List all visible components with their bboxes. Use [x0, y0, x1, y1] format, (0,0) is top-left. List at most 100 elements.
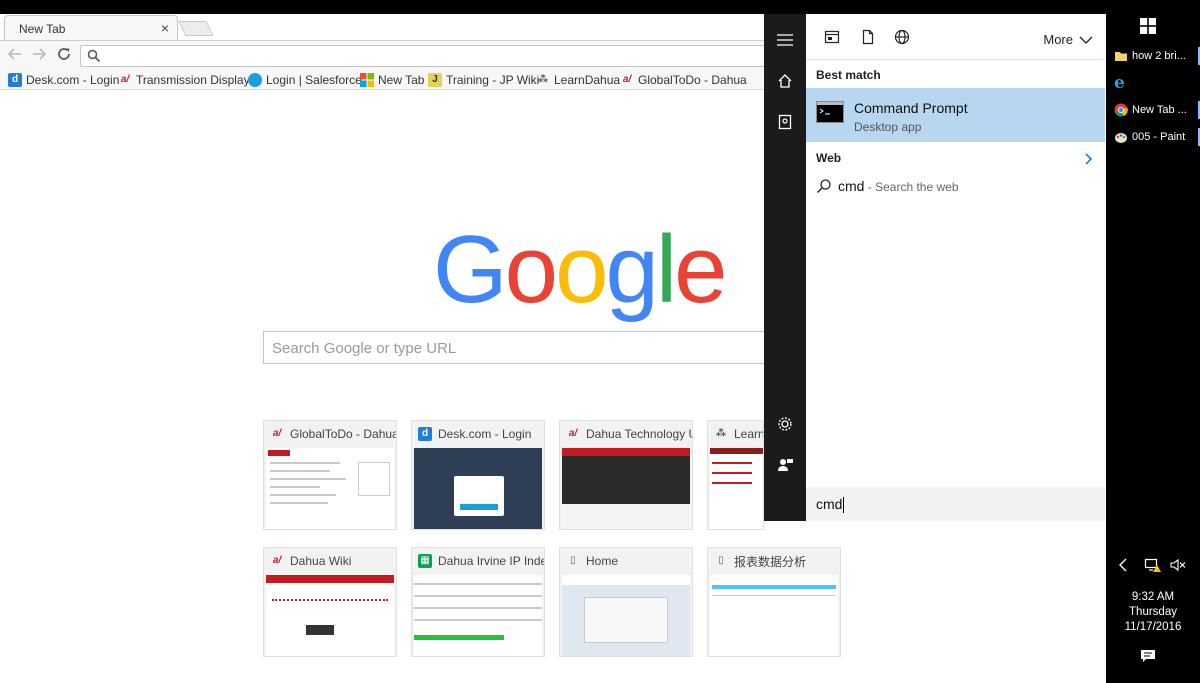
- tile-header: ▯ Home: [560, 548, 692, 574]
- task-label: 005 - Paint: [1132, 131, 1186, 143]
- web-search-result[interactable]: cmd - Search the web: [816, 178, 959, 194]
- tab-title: New Tab: [19, 22, 66, 36]
- tile-header: a/ GlobalToDo - Dahua: [264, 421, 396, 447]
- address-bar[interactable]: [80, 45, 770, 67]
- volume-muted-icon[interactable]: [1170, 558, 1186, 577]
- logo-letter: g: [605, 216, 658, 323]
- page-icon: ▯: [718, 555, 724, 566]
- tab-close-icon[interactable]: ×: [161, 20, 169, 36]
- chevron-right-icon[interactable]: [1085, 152, 1093, 170]
- taskbar-item-explorer[interactable]: how 2 bri...: [1114, 45, 1200, 67]
- most-visited-tile[interactable]: ▯ 报表数据分析: [707, 547, 841, 657]
- bookmark-label: LearnDahua: [554, 73, 621, 87]
- windows-start-icon[interactable]: [1140, 18, 1156, 39]
- most-visited-tile[interactable]: a/ GlobalToDo - Dahua: [263, 420, 397, 530]
- best-match-heading: Best match: [816, 68, 881, 82]
- google-logo: Google: [433, 222, 728, 318]
- people-icon: ⁂: [715, 428, 727, 439]
- chevron-left-icon[interactable]: [1118, 558, 1128, 577]
- search-query-text: cmd: [816, 496, 843, 512]
- bookmark-training-jp-wiki[interactable]: J Training - JP Wiki: [428, 72, 539, 88]
- tile-thumbnail: [562, 575, 690, 656]
- bookmark-label: Desk.com - Login: [26, 73, 120, 87]
- action-center-icon[interactable]: [1140, 648, 1156, 664]
- taskbar-item-paint[interactable]: 005 - Paint: [1114, 126, 1200, 148]
- home-icon[interactable]: [775, 71, 795, 91]
- bookmark-label: Training - JP Wiki: [446, 73, 540, 87]
- bookmark-label: New Tab: [378, 73, 425, 87]
- tile-header: ▦ Dahua Irvine IP Index: [412, 548, 544, 574]
- bookmark-desk-login[interactable]: d Desk.com - Login: [8, 72, 119, 88]
- reload-icon[interactable]: [54, 46, 74, 66]
- logo-letter: e: [674, 216, 727, 323]
- feedback-icon[interactable]: [775, 455, 795, 475]
- salesforce-icon: [248, 73, 262, 87]
- back-arrow-icon[interactable]: [5, 46, 25, 66]
- dahua-icon: a/: [272, 555, 282, 566]
- task-label: New Tab ...: [1132, 104, 1187, 116]
- apps-filter-icon[interactable]: [824, 29, 842, 47]
- start-search-input[interactable]: cmd: [806, 487, 1105, 521]
- documents-filter-icon[interactable]: [860, 29, 878, 47]
- tab-new-tab[interactable]: New Tab ×: [4, 15, 178, 40]
- wiki-icon: J: [428, 73, 442, 87]
- new-tab-button[interactable]: [178, 21, 214, 36]
- desk-icon: d: [8, 73, 22, 87]
- tile-thumbnail: [414, 575, 542, 656]
- taskbar-item-chrome[interactable]: New Tab ...: [1114, 99, 1200, 121]
- clock-time: 9:32 AM: [1131, 591, 1175, 603]
- notebook-icon[interactable]: [775, 112, 795, 132]
- top-edge: [0, 0, 1106, 14]
- start-menu-rail: [764, 14, 806, 521]
- bookmark-new-tab[interactable]: New Tab: [360, 72, 424, 88]
- chrome-icon: [1114, 103, 1128, 117]
- taskbar-clock[interactable]: 9:32 AM Thursday 11/17/2016: [1106, 590, 1200, 635]
- dahua-icon: a/: [120, 74, 130, 85]
- more-filters-button[interactable]: More: [1043, 32, 1093, 47]
- bookmark-learndahua[interactable]: ⁂ LearnDahua: [536, 72, 620, 88]
- tile-title: Dahua Irvine IP Index: [438, 554, 544, 568]
- tile-thumbnail: [710, 448, 763, 529]
- web-hint: - Search the web: [864, 180, 959, 194]
- bookmark-globaltodo[interactable]: a/ GlobalToDo - Dahua: [620, 72, 747, 88]
- most-visited-tile[interactable]: ▯ Home: [559, 547, 693, 657]
- paint-icon: [1115, 133, 1127, 143]
- google-search-input[interactable]: Search Google or type URL: [263, 331, 764, 364]
- most-visited-tile[interactable]: d Desk.com - Login: [411, 420, 545, 530]
- clock-day: Thursday: [1129, 606, 1177, 618]
- taskbar: how 2 bri... e New Tab ... 005 - Paint 9…: [1106, 0, 1200, 683]
- tile-thumbnail: [266, 448, 394, 529]
- sheets-icon: ▦: [418, 554, 432, 568]
- most-visited-tile[interactable]: a/ Dahua Wiki: [263, 547, 397, 657]
- most-visited-tile[interactable]: ▦ Dahua Irvine IP Index: [411, 547, 545, 657]
- forward-arrow-icon[interactable]: [29, 46, 49, 66]
- result-subtitle: Desktop app: [854, 120, 922, 134]
- search-icon: [87, 49, 101, 68]
- network-warning-icon[interactable]: [1144, 557, 1162, 578]
- most-visited-tile[interactable]: ⁂ Learn: [707, 420, 764, 530]
- chevron-down-icon: [1079, 36, 1093, 44]
- more-label: More: [1043, 32, 1073, 47]
- dahua-icon: a/: [622, 74, 632, 85]
- command-prompt-icon: [816, 101, 844, 123]
- command-prompt-result[interactable]: Command Prompt Desktop app: [806, 88, 1105, 142]
- web-globe-icon[interactable]: [894, 29, 912, 47]
- bookmark-salesforce[interactable]: Login | Salesforce: [248, 72, 362, 88]
- tile-thumbnail: [710, 575, 838, 656]
- text-caret: [843, 497, 845, 514]
- bookmark-transmission-display[interactable]: a/ Transmission Display: [118, 72, 250, 88]
- dahua-icon: a/: [568, 428, 578, 439]
- ie-icon: e: [1114, 73, 1125, 93]
- web-query: cmd: [838, 178, 865, 194]
- desk-icon: d: [418, 427, 432, 441]
- taskbar-item-ie[interactable]: e: [1114, 72, 1196, 94]
- bookmark-label: Transmission Display: [136, 73, 250, 87]
- tile-title: Dahua Technology U: [586, 427, 692, 441]
- windows-tiles-icon: [360, 73, 374, 87]
- tile-title: Home: [586, 554, 619, 568]
- tab-strip: New Tab ×: [0, 14, 764, 40]
- settings-gear-icon[interactable]: [775, 414, 795, 434]
- tile-title: Desk.com - Login: [438, 427, 532, 441]
- hamburger-menu-icon[interactable]: [775, 30, 795, 50]
- most-visited-tile[interactable]: a/ Dahua Technology U: [559, 420, 693, 530]
